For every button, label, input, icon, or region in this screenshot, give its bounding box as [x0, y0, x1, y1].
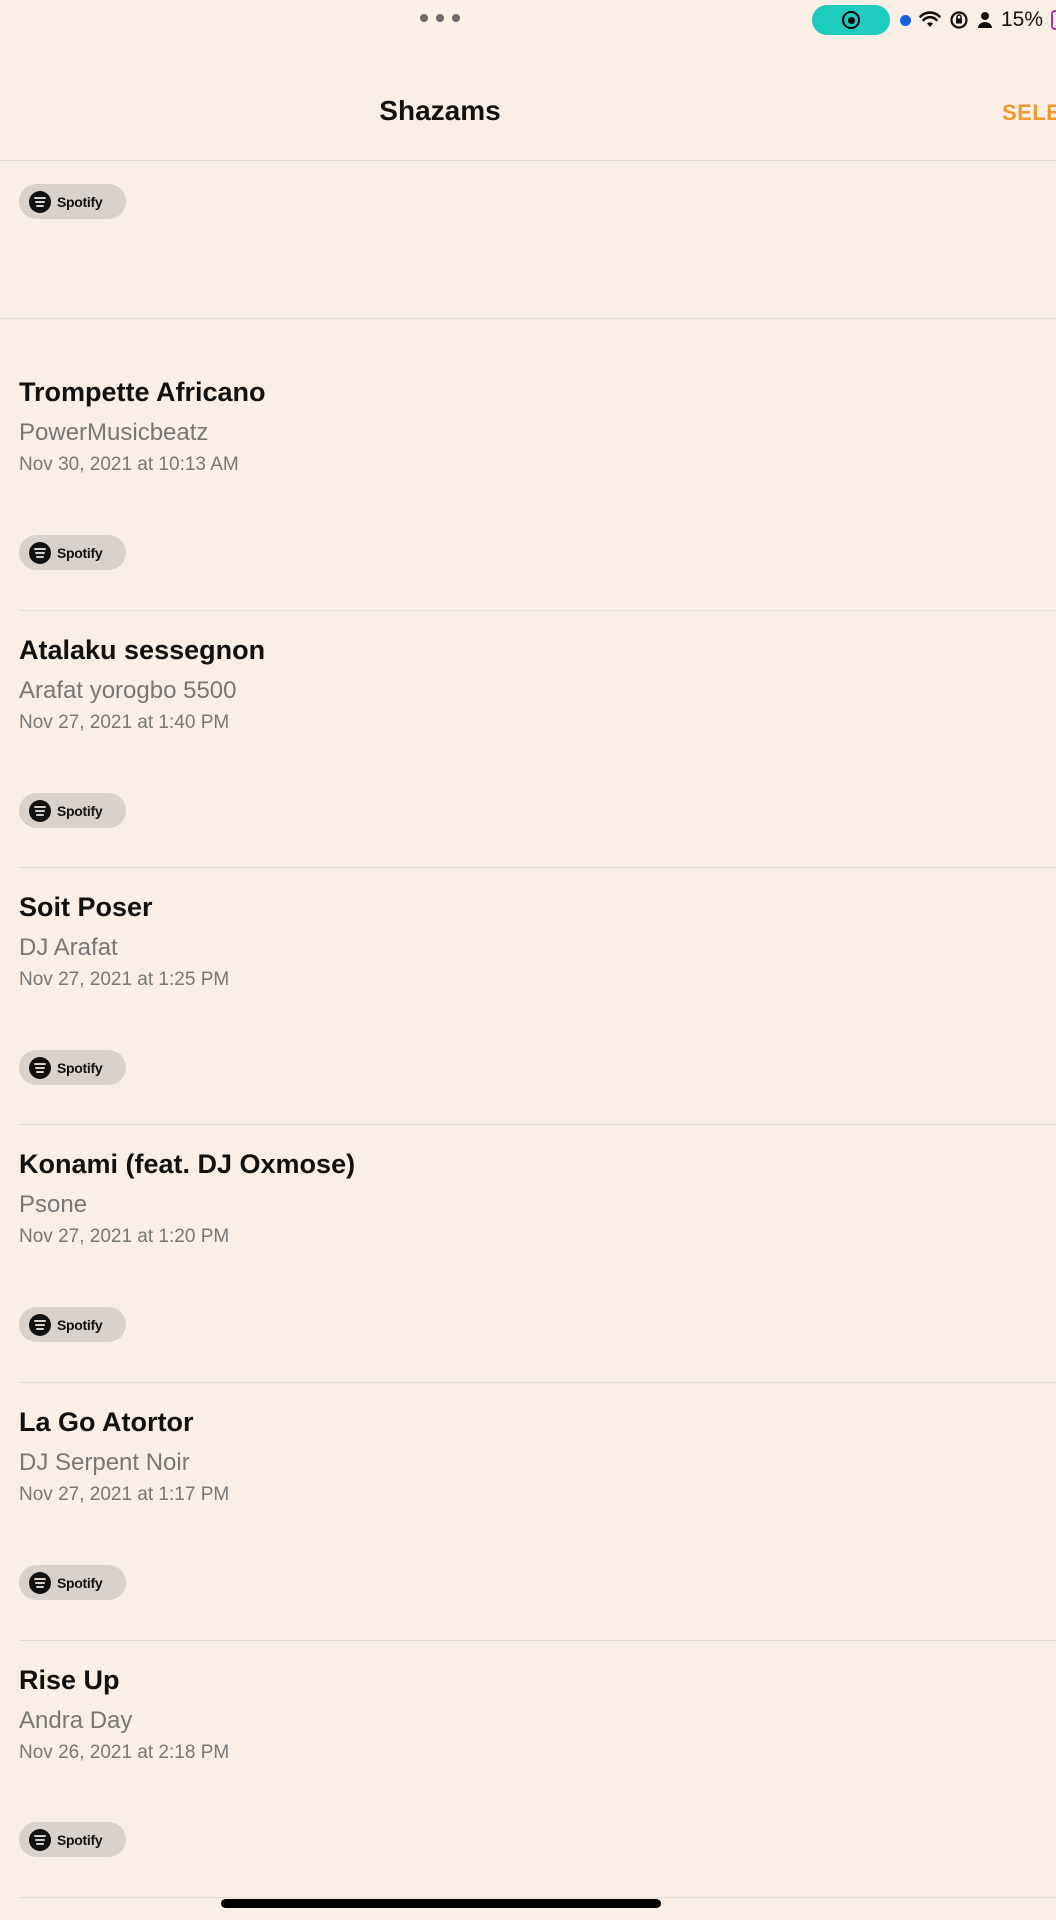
song-date: Nov 30, 2021 at 10:13 AM	[19, 454, 239, 475]
song-title: La Go Atortor	[19, 1407, 194, 1437]
spotify-button[interactable]: Spotify	[19, 1050, 126, 1085]
spotify-icon	[29, 1828, 51, 1851]
location-dot-icon	[900, 14, 911, 26]
battery-percent: 15%	[1001, 8, 1044, 31]
song-date: Nov 27, 2021 at 1:20 PM	[19, 1226, 230, 1247]
spotify-label: Spotify	[57, 1574, 103, 1591]
spotify-button[interactable]: Spotify	[19, 1307, 126, 1342]
person-icon	[978, 12, 992, 28]
song-date: Nov 27, 2021 at 1:25 PM	[19, 969, 230, 990]
home-indicator[interactable]	[221, 1899, 661, 1908]
battery-icon	[1051, 10, 1056, 30]
wifi-icon	[919, 11, 941, 27]
spotify-button[interactable]: Spotify	[19, 1565, 126, 1600]
row-divider	[19, 867, 1056, 868]
spotify-label: Spotify	[57, 1059, 103, 1076]
spotify-label: Spotify	[57, 544, 103, 561]
song-artist: Psone	[19, 1191, 88, 1218]
song-date: Nov 27, 2021 at 1:17 PM	[19, 1484, 230, 1505]
song-artist: Arafat yorogbo 5500	[19, 677, 237, 704]
song-date: Nov 26, 2021 at 2:18 PM	[19, 1742, 230, 1763]
row-divider	[19, 610, 1056, 611]
status-icons: 15%	[900, 6, 1056, 34]
spotify-button[interactable]: Spotify	[19, 793, 126, 828]
song-artist: PowerMusicbeatz	[19, 419, 209, 446]
nav-bar: Shazams SELE	[0, 40, 1056, 161]
rotation-lock-icon	[950, 11, 968, 29]
screen-record-icon[interactable]	[812, 5, 890, 35]
select-button[interactable]: SELE	[1002, 100, 1056, 126]
spotify-button[interactable]: Spotify	[19, 535, 126, 570]
song-title: Konami (feat. DJ Oxmose)	[19, 1149, 356, 1179]
song-artist: Andra Day	[19, 1707, 133, 1734]
spotify-label: Spotify	[57, 193, 103, 210]
row-divider	[19, 1124, 1056, 1125]
song-artist: DJ Serpent Noir	[19, 1449, 190, 1476]
song-title: Soit Poser	[19, 892, 153, 922]
song-date: Nov 27, 2021 at 1:40 PM	[19, 712, 230, 733]
more-dots-icon[interactable]	[420, 12, 460, 24]
spotify-label: Spotify	[57, 1316, 103, 1333]
spotify-label: Spotify	[57, 1831, 103, 1848]
spotify-label: Spotify	[57, 802, 103, 819]
spotify-button[interactable]: Spotify	[19, 1822, 126, 1857]
spotify-icon	[29, 1313, 51, 1336]
song-artist: DJ Arafat	[19, 934, 118, 961]
section-divider	[0, 318, 1056, 319]
row-divider	[19, 1382, 1056, 1383]
spotify-icon	[29, 1056, 51, 1079]
spotify-icon	[29, 1571, 51, 1594]
page-title: Shazams	[379, 95, 501, 126]
spotify-icon	[29, 541, 51, 564]
spotify-icon	[29, 190, 51, 213]
song-title: Atalaku sessegnon	[19, 635, 266, 665]
spotify-button[interactable]: Spotify	[19, 184, 126, 219]
row-divider	[19, 1897, 1056, 1898]
spotify-icon	[29, 799, 51, 822]
song-title: Rise Up	[19, 1665, 120, 1695]
song-title: Trompette Africano	[19, 377, 266, 407]
status-bar: 15%	[0, 0, 1056, 40]
shazams-screen: 15% Shazams SELE Spotify Trompette Afric…	[0, 0, 1056, 1920]
row-divider	[19, 1640, 1056, 1641]
